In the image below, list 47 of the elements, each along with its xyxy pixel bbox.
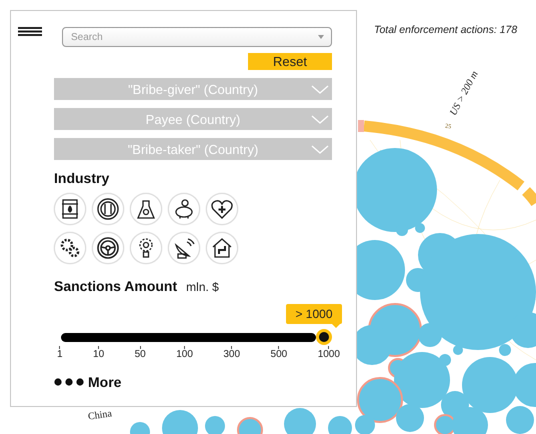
steering-wheel-icon [97, 237, 119, 259]
industry-filter-button[interactable] [206, 232, 238, 264]
heart-plus-icon [211, 199, 233, 219]
dots-icon [54, 378, 84, 386]
unit-label: mln. $ [186, 280, 219, 294]
bubble [284, 408, 316, 434]
arc-label: US > 200 m [448, 69, 481, 118]
search-field[interactable]: Search [62, 27, 332, 47]
industry-filter-button[interactable] [168, 193, 200, 225]
industry-filter-button[interactable] [168, 232, 200, 264]
bubble [237, 417, 263, 434]
tick-label: 1000 [318, 349, 340, 360]
industry-filter-button[interactable] [92, 232, 124, 264]
tick-label: 1 [57, 349, 63, 360]
bubble [328, 416, 352, 434]
industry-filter-button[interactable] [206, 193, 238, 225]
more-button[interactable]: More [54, 374, 122, 390]
menu-icon[interactable] [18, 27, 42, 36]
barrel-icon [61, 199, 79, 219]
reset-button[interactable]: Reset [248, 53, 332, 70]
house-pipe-icon [211, 237, 233, 259]
industry-filter-button[interactable] [130, 193, 162, 225]
bubble [205, 416, 225, 434]
tick-label: 300 [223, 349, 240, 360]
chevron-down-icon [311, 115, 329, 124]
flask-icon [137, 199, 155, 219]
gears-icon [59, 237, 81, 259]
tick-label: 50 [134, 349, 146, 360]
total-count-text: Total enforcement actions: 178 [374, 24, 518, 36]
chevron-down-icon [311, 145, 329, 154]
industry-filter-button[interactable] [92, 193, 124, 225]
bubble [162, 410, 198, 434]
satellite-dish-icon [173, 237, 195, 259]
dropdown-caret-icon [318, 35, 324, 39]
industry-filter-button[interactable] [54, 193, 86, 225]
country-label: China [87, 408, 113, 423]
tick-label: 100 [176, 349, 193, 360]
slider-thumb[interactable] [316, 329, 332, 345]
chevron-down-icon [311, 85, 329, 94]
tick-label: 10 [93, 349, 104, 360]
industry-filter-button[interactable] [54, 232, 86, 264]
lightbulb-gear-icon [137, 237, 155, 259]
tick-label: 500 [270, 349, 288, 360]
industry-heading: Industry [54, 170, 110, 186]
industry-filter-button[interactable] [130, 232, 162, 264]
sanctions-heading: Sanctions Amount [54, 278, 178, 294]
bubble [130, 422, 150, 434]
